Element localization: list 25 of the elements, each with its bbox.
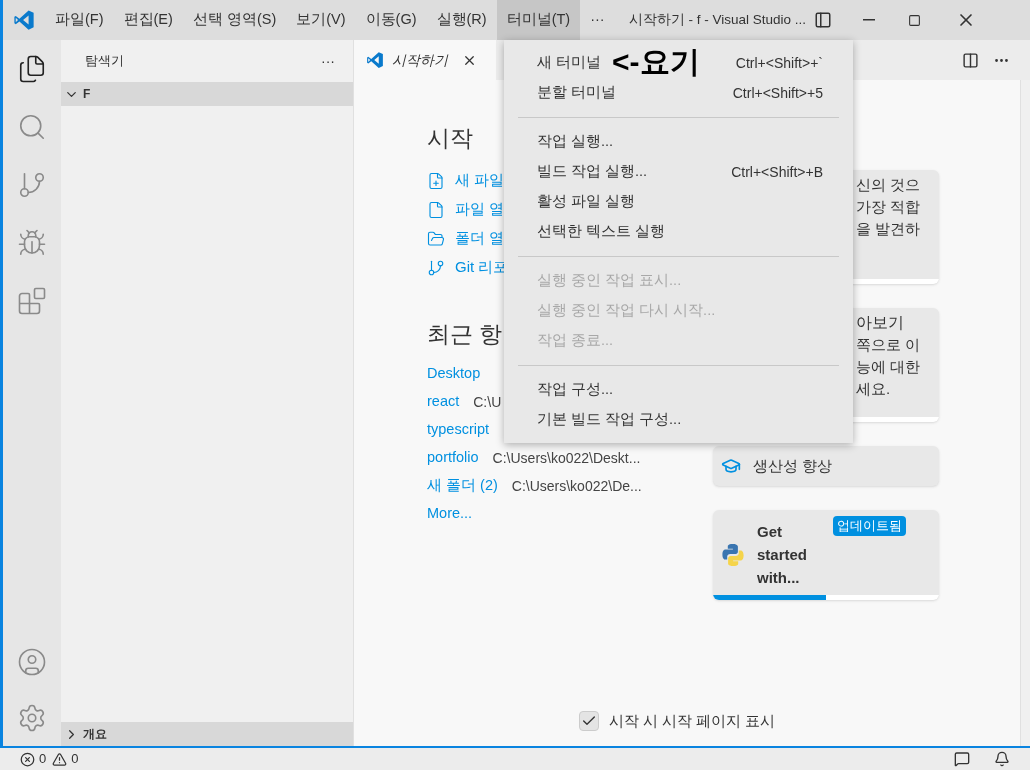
card-text: 을 발견하 <box>856 219 922 239</box>
section-heading: 시작 <box>427 124 473 153</box>
annotation-text: <-요기 <box>612 44 700 80</box>
sidebar-title: 탐색기 <box>85 52 124 71</box>
window-title: 시작하기 - f - Visual Studio ... <box>628 10 806 29</box>
shortcut-label: Ctrl+<Shift>+` <box>735 53 823 73</box>
folder-path: C:\Users\ko022\Deskt... <box>492 448 641 468</box>
error-count: 0 <box>39 750 47 769</box>
shortcut-label: Ctrl+<Shift>+B <box>731 162 823 182</box>
checkbox-label: 시작 시 시작 페이지 표시 <box>608 710 776 731</box>
folder-path: C:\U <box>473 392 502 412</box>
section-heading: 최근 항 <box>427 320 503 349</box>
card-text: 가장 적합 <box>856 197 922 217</box>
shortcut-label: Ctrl+<Shift>+5 <box>732 83 823 103</box>
card-title: 아보기 <box>856 313 905 333</box>
card-text: 능에 대한 <box>856 357 922 377</box>
tab-label: 시작하기 <box>392 50 448 70</box>
folder-path: C:\Users\ko022\De... <box>511 476 642 496</box>
card-text: 신의 것으 <box>856 175 922 195</box>
card-text: 쪽으로 이 <box>856 335 922 355</box>
card-title: Get started with... <box>757 522 809 588</box>
updated-badge: 업데이트됨 <box>833 516 906 536</box>
card-title: 생산성 향상 <box>753 455 833 476</box>
card-text: 세요. <box>856 379 892 399</box>
warning-count: 0 <box>71 750 79 769</box>
